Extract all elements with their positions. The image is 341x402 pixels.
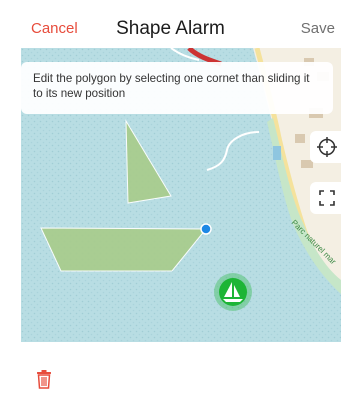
fullscreen-button[interactable]	[310, 182, 341, 214]
crosshair-icon	[317, 137, 337, 157]
page-title: Shape Alarm	[116, 18, 225, 39]
sailboat-icon	[214, 273, 252, 311]
header-bar: Cancel Shape Alarm Save	[0, 0, 341, 48]
boat-marker[interactable]	[213, 272, 253, 312]
trash-icon[interactable]	[36, 369, 52, 389]
instruction-banner: Edit the polygon by selecting one cornet…	[21, 62, 333, 114]
locate-button[interactable]	[310, 131, 341, 163]
save-button[interactable]: Save	[301, 20, 335, 37]
instruction-text: Edit the polygon by selecting one cornet…	[33, 72, 310, 100]
fullscreen-icon	[319, 190, 335, 206]
